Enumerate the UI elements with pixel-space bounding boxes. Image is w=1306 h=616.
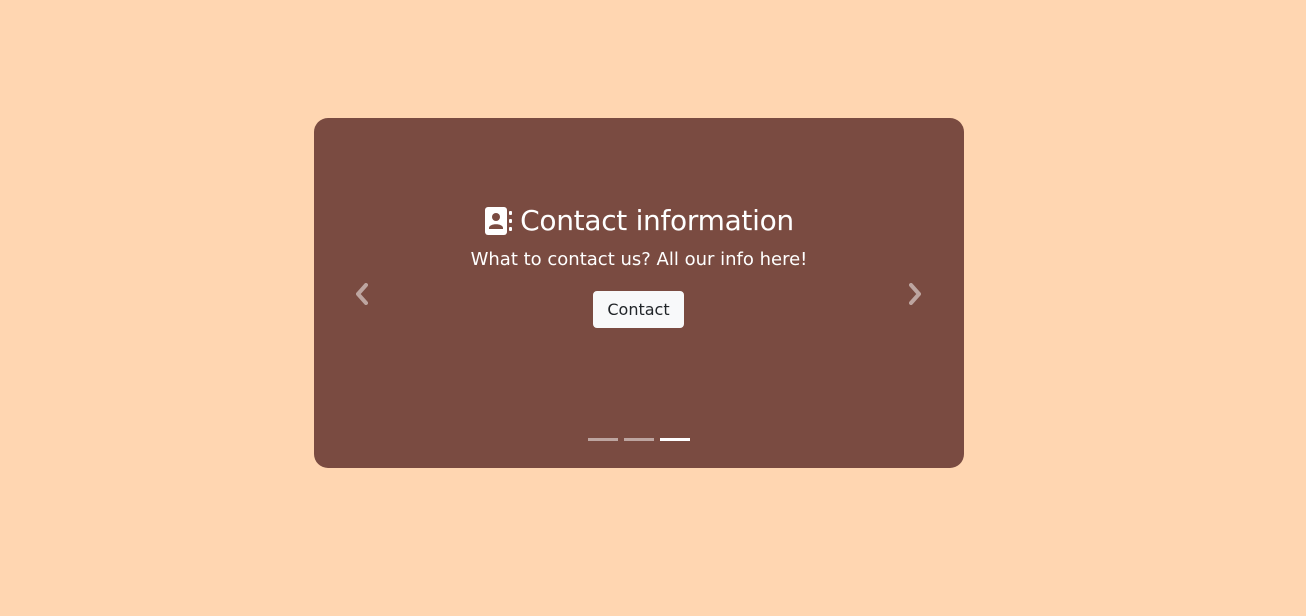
contact-button[interactable]: Contact [593, 291, 684, 328]
slide-title: Contact information [520, 204, 794, 237]
chevron-left-icon [347, 283, 377, 311]
slide-subtitle: What to contact us? All our info here! [470, 249, 808, 270]
carousel: Contact information What to contact us? … [314, 118, 964, 468]
carousel-prev-button[interactable] [347, 280, 377, 308]
carousel-indicator-2[interactable] [624, 438, 654, 441]
chevron-right-icon [900, 283, 930, 311]
address-book-icon [484, 206, 513, 236]
carousel-indicators [314, 438, 964, 441]
carousel-indicator-3[interactable] [660, 438, 690, 441]
carousel-next-button[interactable] [900, 280, 930, 308]
carousel-indicator-1[interactable] [588, 438, 618, 441]
slide-heading: Contact information [314, 204, 964, 237]
